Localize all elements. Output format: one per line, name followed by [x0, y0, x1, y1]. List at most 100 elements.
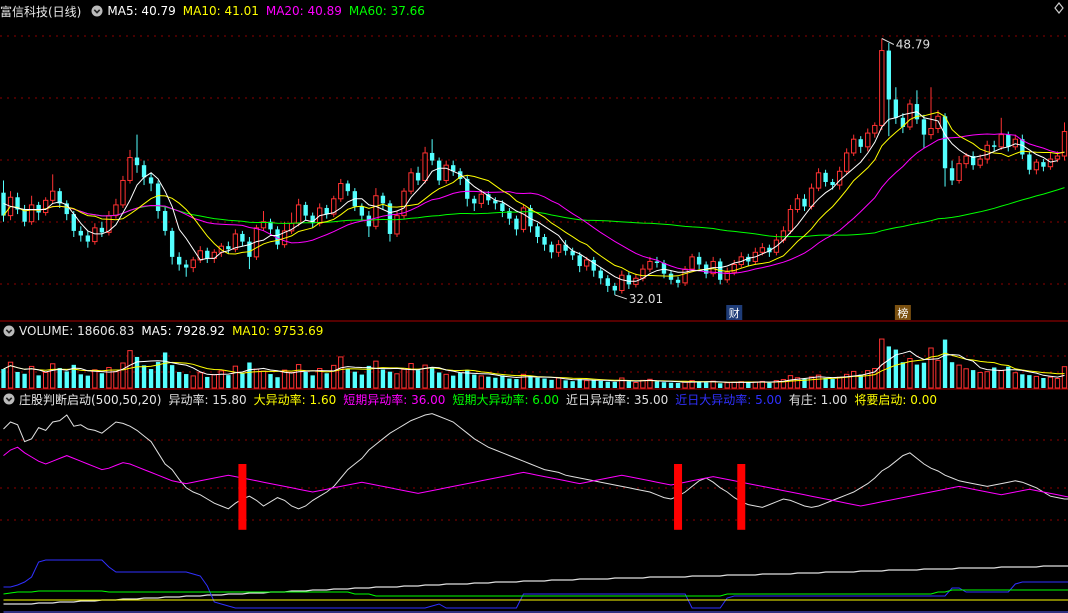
candle-body	[1041, 162, 1046, 167]
volume-bar	[394, 373, 400, 389]
volume-bar	[190, 375, 196, 389]
volume-bar	[218, 370, 225, 389]
candle-body	[436, 160, 442, 181]
volume-bar	[324, 373, 329, 388]
ma5-label: MA5: 40.79	[107, 4, 176, 18]
candle-body	[387, 203, 393, 234]
candle-body	[1012, 138, 1018, 148]
candle-body	[555, 244, 562, 253]
volume-bar	[900, 362, 906, 388]
candle-body	[113, 204, 119, 217]
candle-body	[942, 116, 948, 169]
diamond-icon[interactable]	[1054, 2, 1064, 14]
volume-bar	[429, 368, 435, 388]
volume-bar	[197, 372, 203, 389]
candle-body	[324, 207, 329, 215]
volume-bar	[1012, 372, 1018, 389]
volume-bar	[851, 370, 857, 389]
indicator-title: 庄股判断启动(500,50,20)	[19, 392, 162, 407]
candle-body	[858, 139, 863, 147]
volume-bar	[458, 372, 463, 388]
stock-title[interactable]: 富信科技(日线)	[0, 3, 81, 20]
indicator-legend: 庄股判断启动(500,50,20) 异动率: 15.80 大异动率: 1.60 短期…	[0, 390, 944, 408]
volume-bar	[436, 372, 442, 388]
circle-chevron-icon[interactable]	[3, 393, 15, 405]
candle-body	[134, 157, 140, 166]
volume-bar	[247, 362, 252, 388]
volume-bar	[1033, 375, 1040, 389]
volume-bar	[240, 373, 245, 388]
ma20-line	[24, 133, 1065, 275]
ma60-line	[73, 187, 1065, 238]
candle-body	[935, 115, 941, 130]
candle-body	[85, 235, 91, 242]
volume-bar	[752, 381, 759, 389]
high-pointer	[881, 38, 895, 45]
candle-body	[992, 145, 997, 147]
volume-bar	[836, 376, 843, 389]
volume-legend: VOLUME: 18606.83 MA5: 7928.92 MA10: 9753…	[0, 322, 330, 340]
volume-bar	[1041, 378, 1046, 388]
volume-bar	[514, 379, 519, 388]
volume-bar	[169, 365, 175, 388]
volume-bar	[977, 371, 983, 389]
volume-bar	[176, 371, 182, 388]
candle-body	[626, 275, 632, 285]
volume-bar	[275, 377, 280, 388]
candle-body	[127, 157, 133, 181]
candle-body	[886, 50, 892, 100]
volume-bar	[640, 379, 646, 389]
volume-bar	[120, 362, 126, 389]
volume-bar	[970, 370, 976, 388]
indicator-label-3: 短期大异动率: 6.00	[452, 392, 560, 407]
volume-bar	[127, 350, 133, 389]
candle-body	[78, 230, 83, 236]
volume-bar	[787, 375, 794, 389]
candle-body	[815, 172, 822, 189]
volume-bar	[907, 358, 913, 389]
volume-bar	[22, 373, 27, 388]
volume-bar	[288, 371, 295, 389]
circle-chevron-icon[interactable]	[91, 5, 103, 17]
rate-line-1	[3, 559, 1068, 609]
candle-body	[949, 168, 955, 181]
candle-body	[696, 256, 702, 265]
volume-bar	[942, 339, 948, 388]
volume-bar	[823, 378, 828, 388]
indicator-line-0	[3, 413, 1068, 510]
ma20-label: MA20: 40.89	[265, 4, 342, 18]
volume-ma10-line	[3, 352, 1065, 383]
volume-bar	[443, 373, 449, 389]
volume-bar	[78, 374, 83, 388]
volume-bar	[162, 352, 168, 388]
circle-chevron-icon[interactable]	[3, 325, 15, 337]
volume-bar	[1054, 378, 1061, 389]
candle-body	[535, 226, 540, 238]
candle-body	[977, 158, 983, 166]
candle-body	[394, 215, 400, 235]
candle-body	[759, 247, 766, 253]
volume-bar	[591, 379, 596, 388]
volume-bar	[184, 374, 189, 388]
chart-canvas[interactable]: 48.79 32.01 财 榜	[0, 0, 1068, 613]
volume-bar	[914, 364, 920, 388]
volume-bar	[542, 378, 547, 388]
candle-body	[120, 179, 126, 206]
candle-body	[963, 155, 969, 165]
volume-bar	[605, 381, 610, 388]
volume-bar	[507, 378, 512, 388]
candle-body	[808, 187, 815, 207]
volume-bar	[338, 356, 344, 389]
volume-bar	[141, 365, 147, 388]
high-price-label: 48.79	[896, 37, 930, 51]
volume-bar	[99, 373, 105, 388]
candle-body	[366, 215, 372, 227]
indicator-label-1: 大异动率: 1.60	[253, 392, 337, 407]
volume-bar	[668, 382, 674, 388]
candle-body	[422, 152, 428, 181]
indicator-label-4: 近日异动率: 35.00	[566, 392, 669, 407]
rate-line-2	[3, 589, 1068, 597]
candle-body	[42, 199, 49, 214]
volume-bar	[921, 362, 927, 388]
volume-bar	[345, 368, 350, 388]
